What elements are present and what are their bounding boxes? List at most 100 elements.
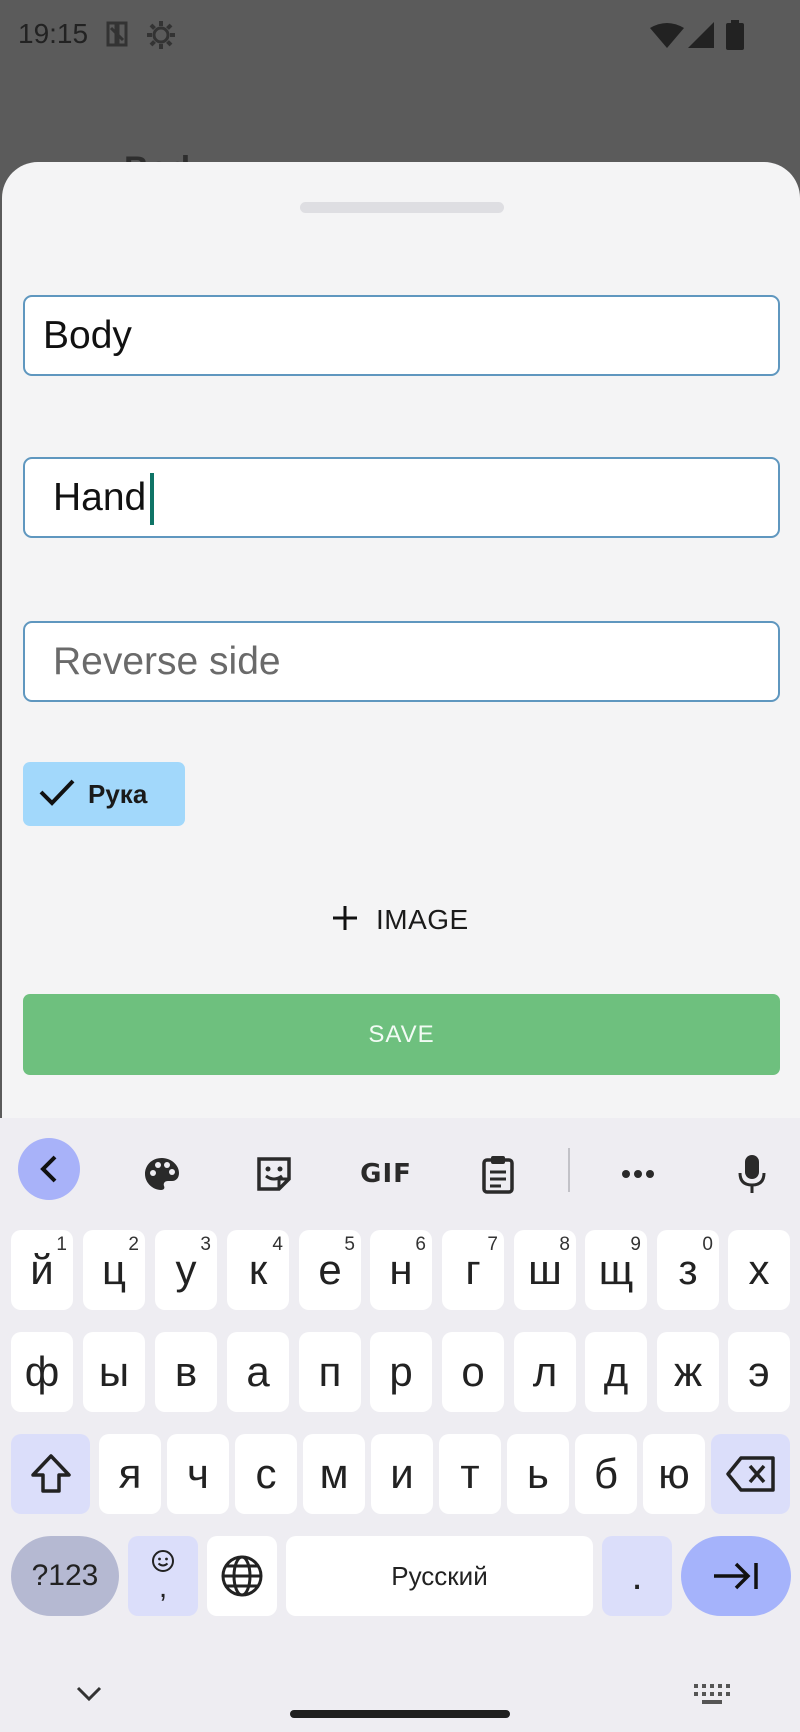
key-hint: 4 [272, 1234, 283, 1255]
key-щ[interactable]: щ9 [585, 1230, 647, 1310]
tag-chip[interactable]: Рука [23, 762, 185, 826]
wifi-icon [650, 22, 684, 53]
key-hint: 6 [415, 1234, 426, 1255]
clipboard-icon[interactable] [466, 1142, 530, 1206]
key-label: м [319, 1450, 349, 1497]
edit-card-sheet: Рука IMAGE SAVE [2, 162, 800, 1122]
gif-button[interactable]: GIF [356, 1142, 416, 1206]
key-р[interactable]: р [370, 1332, 432, 1412]
sticker-icon[interactable] [242, 1142, 306, 1206]
keyboard-switch-icon[interactable] [694, 1684, 730, 1709]
settings-gear-icon [146, 20, 176, 55]
key-л[interactable]: л [514, 1332, 576, 1412]
key-label: г [465, 1246, 481, 1293]
key-hint: 5 [344, 1234, 355, 1255]
tab-next-icon [714, 1562, 758, 1590]
key-г[interactable]: г7 [442, 1230, 504, 1310]
comma-label: , [158, 1571, 168, 1604]
key-а[interactable]: а [227, 1332, 289, 1412]
save-button[interactable]: SAVE [23, 994, 780, 1075]
key-hint: 8 [559, 1234, 570, 1255]
back-field[interactable] [23, 457, 780, 538]
key-label: в [174, 1348, 198, 1395]
key-н[interactable]: н6 [370, 1230, 432, 1310]
backspace-icon [725, 1456, 775, 1492]
hide-keyboard-icon[interactable] [76, 1686, 102, 1707]
key-и[interactable]: и [371, 1434, 433, 1514]
period-key[interactable]: . [602, 1536, 672, 1616]
key-з[interactable]: з0 [657, 1230, 719, 1310]
key-ш[interactable]: ш8 [514, 1230, 576, 1310]
reverse-side-field[interactable] [23, 621, 780, 702]
key-hint: 0 [702, 1234, 713, 1255]
key-т[interactable]: т [439, 1434, 501, 1514]
key-к[interactable]: к4 [227, 1230, 289, 1310]
check-icon [39, 777, 75, 812]
key-label: у [175, 1246, 197, 1293]
key-у[interactable]: у3 [155, 1230, 217, 1310]
space-key[interactable]: Русский [286, 1536, 593, 1616]
symbols-key[interactable]: ?123 [11, 1536, 119, 1616]
key-б[interactable]: б [575, 1434, 637, 1514]
key-е[interactable]: е5 [299, 1230, 361, 1310]
enter-key[interactable] [681, 1536, 791, 1616]
key-м[interactable]: м [303, 1434, 365, 1514]
emoji-icon [152, 1550, 174, 1572]
key-label: з [678, 1246, 698, 1293]
key-с[interactable]: с [235, 1434, 297, 1514]
key-ф[interactable]: ф [11, 1332, 73, 1412]
key-я[interactable]: я [99, 1434, 161, 1514]
key-label: э [748, 1348, 770, 1395]
key-label: е [318, 1246, 342, 1293]
more-icon[interactable] [606, 1142, 670, 1206]
mic-icon[interactable] [720, 1142, 784, 1206]
key-ы[interactable]: ы [83, 1332, 145, 1412]
key-й[interactable]: й1 [11, 1230, 73, 1310]
nfc-icon [104, 20, 130, 53]
key-hint: 1 [56, 1234, 67, 1255]
key-label: к [248, 1246, 268, 1293]
key-label: ы [98, 1348, 130, 1395]
key-ж[interactable]: ж [657, 1332, 719, 1412]
back-input[interactable] [25, 459, 778, 536]
key-label: ц [101, 1246, 127, 1293]
key-х[interactable]: х [728, 1230, 790, 1310]
toolbar-divider [568, 1148, 570, 1192]
status-bar: 19:15 [0, 8, 800, 64]
key-hint: 2 [128, 1234, 139, 1255]
emoji-comma-key[interactable]: , [128, 1536, 198, 1616]
drag-handle[interactable] [300, 202, 504, 213]
battery-icon [726, 20, 744, 55]
key-в[interactable]: в [155, 1332, 217, 1412]
front-input[interactable] [25, 297, 778, 374]
key-label: ч [187, 1450, 209, 1497]
keyboard-back-button[interactable] [18, 1138, 80, 1200]
add-image-button[interactable]: IMAGE [332, 890, 469, 950]
key-hint: 3 [200, 1234, 211, 1255]
language-key[interactable] [207, 1536, 277, 1616]
key-label: ь [527, 1450, 549, 1497]
key-label: т [460, 1450, 480, 1497]
key-ч[interactable]: ч [167, 1434, 229, 1514]
shift-key[interactable] [11, 1434, 90, 1514]
key-ц[interactable]: ц2 [83, 1230, 145, 1310]
key-д[interactable]: д [585, 1332, 647, 1412]
key-label: ф [24, 1348, 60, 1395]
key-label: н [389, 1246, 413, 1293]
reverse-side-input[interactable] [25, 623, 778, 700]
gif-label: GIF [360, 1159, 412, 1189]
key-label: о [461, 1348, 485, 1395]
key-label: я [118, 1450, 142, 1497]
shift-icon [30, 1454, 71, 1493]
key-label: ю [658, 1450, 690, 1497]
key-о[interactable]: о [442, 1332, 504, 1412]
key-ю[interactable]: ю [643, 1434, 705, 1514]
key-ь[interactable]: ь [507, 1434, 569, 1514]
text-cursor [150, 473, 154, 525]
front-field[interactable] [23, 295, 780, 376]
backspace-key[interactable] [711, 1434, 790, 1514]
key-э[interactable]: э [728, 1332, 790, 1412]
key-п[interactable]: п [299, 1332, 361, 1412]
gesture-nav-handle[interactable] [290, 1710, 510, 1718]
palette-icon[interactable] [130, 1142, 194, 1206]
